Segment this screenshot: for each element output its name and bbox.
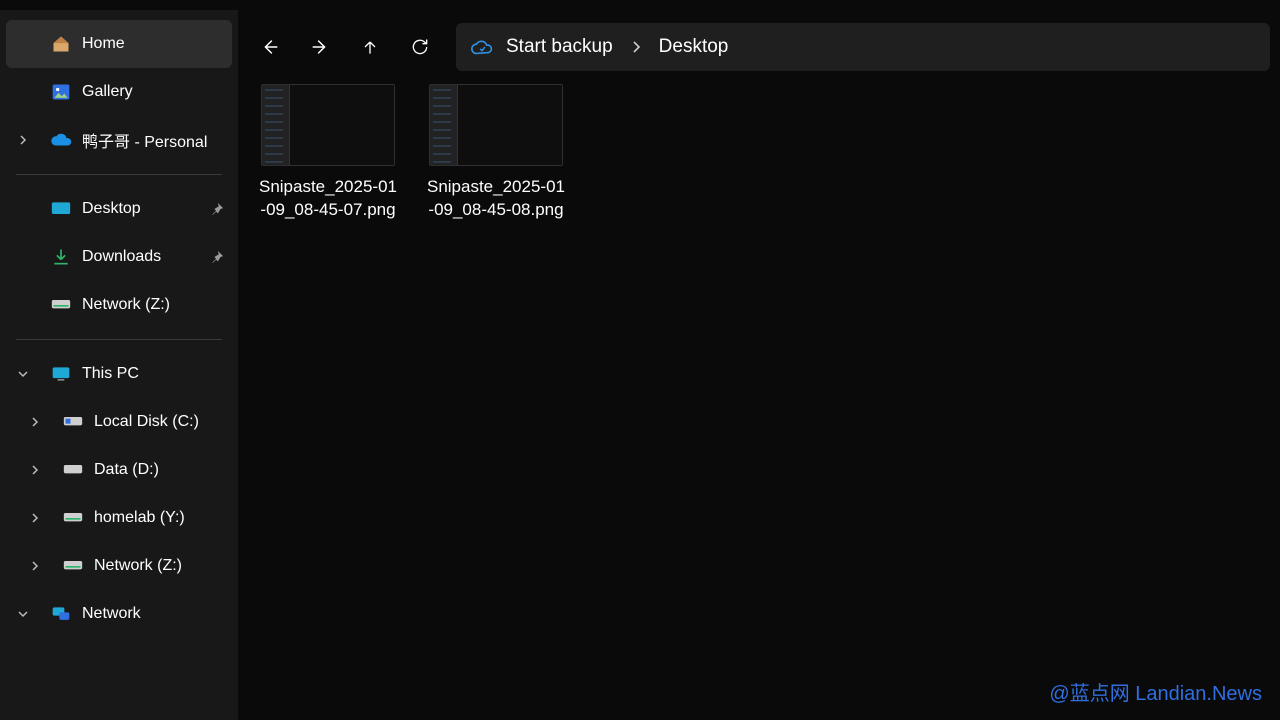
sidebar-item-label: Gallery <box>82 83 133 101</box>
file-item[interactable]: Snipaste_2025-01-09_08-45-07.png <box>258 84 398 222</box>
chevron-right-icon[interactable] <box>30 465 44 475</box>
sidebar-item-label: This PC <box>82 365 139 383</box>
drive-icon <box>62 415 84 429</box>
main-region: Home Gallery 鸭子哥 - Personal Desktop <box>0 10 1280 720</box>
chevron-down-icon[interactable] <box>18 369 32 379</box>
file-grid: Snipaste_2025-01-09_08-45-07.png Snipast… <box>238 84 1280 720</box>
chevron-right-icon[interactable] <box>30 417 44 427</box>
chevron-right-icon[interactable] <box>18 135 32 145</box>
chevron-right-icon[interactable] <box>30 561 44 571</box>
sidebar-item-home[interactable]: Home <box>6 20 232 68</box>
sidebar-item-onedrive[interactable]: 鸭子哥 - Personal <box>0 116 238 164</box>
sidebar-item-desktop[interactable]: Desktop <box>0 185 238 233</box>
sidebar-divider <box>16 339 222 340</box>
forward-button[interactable] <box>298 25 342 69</box>
file-thumbnail <box>261 84 395 166</box>
desktop-icon <box>50 201 72 217</box>
cloud-icon <box>50 132 72 148</box>
toolbar: Start backup Desktop <box>238 10 1280 84</box>
file-name: Snipaste_2025-01-09_08-45-08.png <box>426 176 566 222</box>
sidebar-item-homelab-y[interactable]: homelab (Y:) <box>0 494 238 542</box>
sidebar-item-data-d[interactable]: Data (D:) <box>0 446 238 494</box>
file-name: Snipaste_2025-01-09_08-45-07.png <box>258 176 398 222</box>
breadcrumb-desktop[interactable]: Desktop <box>659 36 729 58</box>
title-bar <box>0 0 1280 10</box>
file-item[interactable]: Snipaste_2025-01-09_08-45-08.png <box>426 84 566 222</box>
chevron-right-icon[interactable] <box>631 41 641 53</box>
address-bar[interactable]: Start backup Desktop <box>456 23 1270 71</box>
up-button[interactable] <box>348 25 392 69</box>
sidebar-item-label: Network (Z:) <box>94 557 182 575</box>
sidebar-divider <box>16 174 222 175</box>
file-thumbnail <box>429 84 563 166</box>
refresh-button[interactable] <box>398 25 442 69</box>
chevron-right-icon[interactable] <box>30 513 44 523</box>
chevron-down-icon[interactable] <box>18 609 32 619</box>
pin-icon[interactable] <box>210 250 224 264</box>
sidebar-item-local-c[interactable]: Local Disk (C:) <box>0 398 238 446</box>
sidebar-item-label: homelab (Y:) <box>94 509 185 527</box>
drive-icon <box>62 463 84 477</box>
navigation-pane: Home Gallery 鸭子哥 - Personal Desktop <box>0 10 238 720</box>
sidebar-item-this-pc[interactable]: This PC <box>0 350 238 398</box>
sidebar-item-network-z[interactable]: Network (Z:) <box>0 281 238 329</box>
gallery-icon <box>50 82 72 102</box>
network-icon <box>50 605 72 623</box>
sidebar-item-label: Desktop <box>82 200 141 218</box>
sidebar-item-network-z-drive[interactable]: Network (Z:) <box>0 542 238 590</box>
crumb-label: Desktop <box>659 36 729 58</box>
sidebar-item-label: Network <box>82 605 141 623</box>
sidebar-item-label: Data (D:) <box>94 461 159 479</box>
sidebar-item-label: 鸭子哥 - Personal <box>82 128 207 152</box>
sidebar-item-downloads[interactable]: Downloads <box>0 233 238 281</box>
sidebar-item-label: Local Disk (C:) <box>94 413 199 431</box>
sidebar-item-label: Downloads <box>82 248 161 266</box>
back-button[interactable] <box>248 25 292 69</box>
sidebar-item-gallery[interactable]: Gallery <box>0 68 238 116</box>
pin-icon[interactable] <box>210 202 224 216</box>
start-backup-button[interactable]: Start backup <box>506 36 613 58</box>
pc-icon <box>50 365 72 383</box>
content-area: Start backup Desktop Snipaste_2025-01-09… <box>238 10 1280 720</box>
downloads-icon <box>50 247 72 267</box>
watermark: @蓝点网 Landian.News <box>1049 677 1262 706</box>
sidebar-item-label: Home <box>82 35 125 53</box>
drive-icon <box>62 511 84 525</box>
drive-icon <box>50 298 72 312</box>
cloud-sync-icon <box>470 37 494 57</box>
sidebar-item-network[interactable]: Network <box>0 590 238 638</box>
home-icon <box>50 34 72 54</box>
drive-icon <box>62 559 84 573</box>
crumb-label: Start backup <box>506 36 613 58</box>
sidebar-item-label: Network (Z:) <box>82 296 170 314</box>
